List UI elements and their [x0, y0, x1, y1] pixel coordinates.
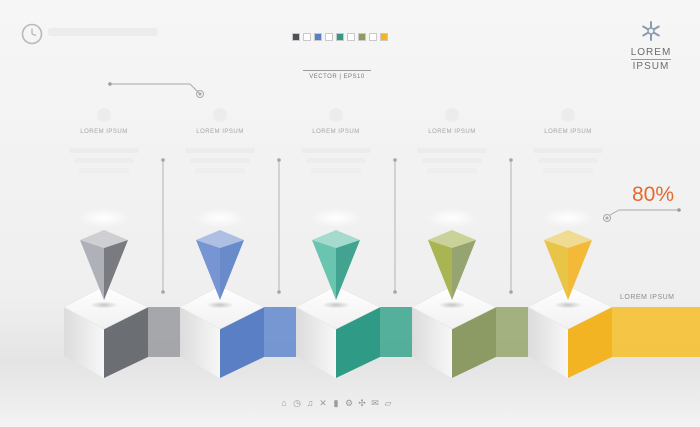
folder-icon: ▱	[384, 398, 392, 408]
faded-text	[185, 148, 255, 153]
home-icon: ⌂	[281, 398, 287, 408]
divider-dot	[277, 158, 281, 162]
faded-step-icon	[561, 108, 575, 122]
faded-step-icon	[97, 108, 111, 122]
divider-dot	[277, 290, 281, 294]
step-color-strip	[264, 307, 296, 357]
step-illustration	[63, 82, 700, 378]
cone-glow	[542, 208, 594, 228]
bell-icon: ♫	[306, 398, 314, 408]
faded-text	[427, 168, 477, 173]
cone-glow	[426, 208, 478, 228]
clock-icon: ◷	[293, 398, 301, 408]
cone-shadow	[90, 301, 118, 309]
faded-text	[69, 148, 139, 153]
step-color-strip	[148, 307, 180, 357]
faded-text	[533, 148, 603, 153]
ribbon-label: LOREM IPSUM	[620, 294, 675, 301]
mail-icon: ✉	[371, 398, 379, 408]
cone-glow	[78, 208, 130, 228]
step-4	[411, 108, 528, 378]
cone-shadow	[554, 301, 582, 309]
cone-glow	[310, 208, 362, 228]
faded-text	[417, 148, 487, 153]
divider-dot	[393, 158, 397, 162]
step-label-1: LOREM IPSUM	[80, 129, 128, 135]
faded-text	[195, 168, 245, 173]
gear-icon: ⚙	[344, 398, 354, 408]
faded-text	[79, 168, 129, 173]
faded-text	[74, 158, 134, 163]
percent-label: 80%	[632, 183, 675, 206]
connector-line-percent	[603, 208, 681, 222]
step-label-4: LOREM IPSUM	[428, 129, 476, 135]
faded-text	[306, 158, 366, 163]
bottom-icon-row: ⌂ ◷ ♫ ✕ ▮ ⚙ ✣ ✉ ▱	[279, 398, 393, 408]
step-3	[295, 108, 412, 378]
cone-left-face	[80, 240, 104, 300]
divider-dot	[509, 290, 513, 294]
bar-chart-icon: ▮	[333, 398, 339, 408]
faded-step-icon	[329, 108, 343, 122]
step-label-5: LOREM IPSUM	[544, 129, 592, 135]
step-label-2: LOREM IPSUM	[196, 129, 244, 135]
divider-dot	[161, 290, 165, 294]
step-label-3: LOREM IPSUM	[312, 129, 360, 135]
step-color-strip	[496, 307, 528, 357]
cone-left-face	[544, 240, 568, 300]
step-1	[63, 108, 180, 378]
faded-text	[422, 158, 482, 163]
tools-icon: ✕	[319, 398, 327, 408]
divider-dot	[509, 158, 513, 162]
step-color-strip	[612, 307, 700, 357]
faded-step-icon	[213, 108, 227, 122]
infographic-canvas: VECTOR | EPS10 LOREM IPSUM 80% LOREM IPS…	[0, 0, 700, 427]
divider-dot	[161, 158, 165, 162]
step-5	[527, 108, 700, 378]
connector-line-top	[108, 82, 204, 98]
cone-right-face	[568, 240, 592, 300]
step-2	[179, 108, 296, 378]
faded-text	[311, 168, 361, 173]
cone-right-face	[104, 240, 128, 300]
faded-step-icon	[445, 108, 459, 122]
faded-text	[538, 158, 598, 163]
cone-shadow	[206, 301, 234, 309]
cone-shadow	[438, 301, 466, 309]
faded-text	[543, 168, 593, 173]
faded-text	[190, 158, 250, 163]
puzzle-icon: ✣	[358, 398, 366, 408]
cone-shadow	[322, 301, 350, 309]
divider-dot	[393, 290, 397, 294]
cone-glow	[194, 208, 246, 228]
step-color-strip	[380, 307, 412, 357]
faded-text	[301, 148, 371, 153]
